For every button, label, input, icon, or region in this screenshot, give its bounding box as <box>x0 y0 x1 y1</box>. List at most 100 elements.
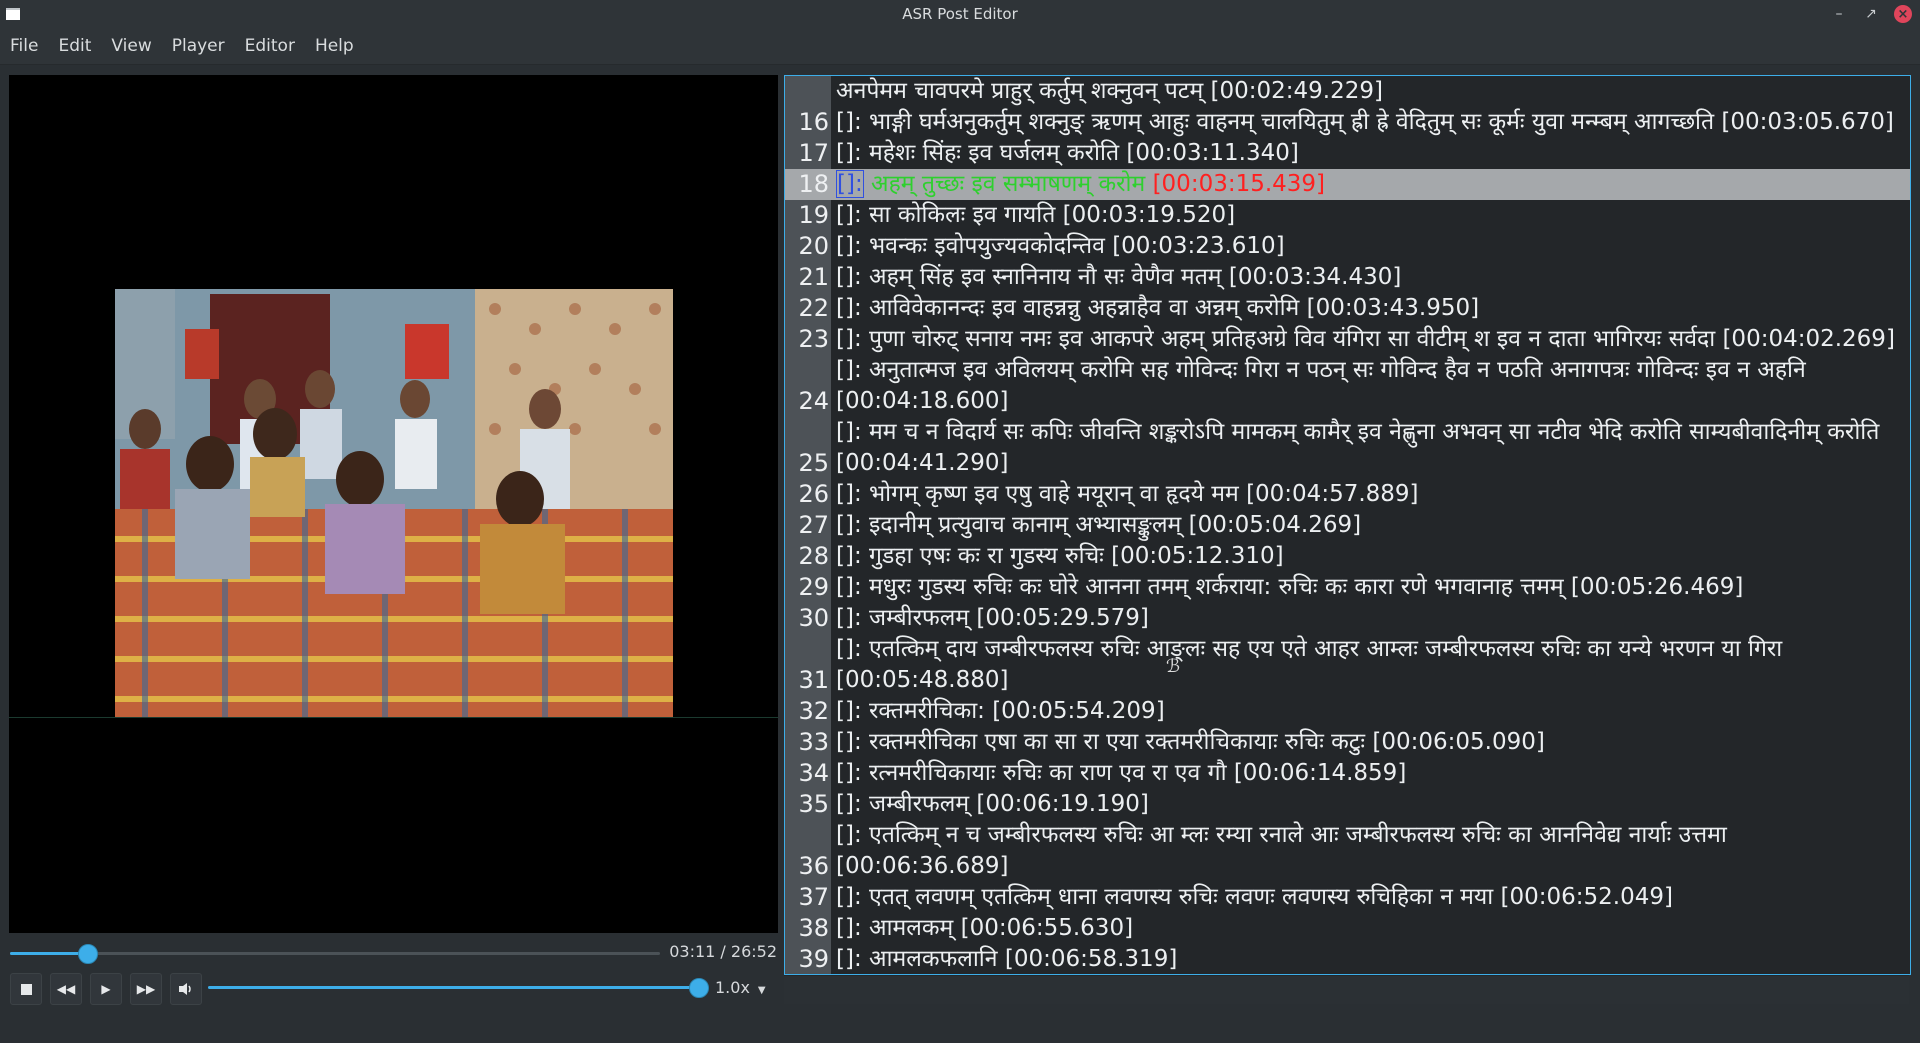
transcript-line[interactable]: 39 []: आमलकफलानि [00:06:58.319] <box>785 944 1910 974</box>
transcript-line[interactable]: 27 []: इदानीम् प्रत्युवाच कानाम् अभ्यासङ्… <box>785 510 1910 541</box>
transcript-line[interactable]: 30 []: जम्बीरफलम् [00:05:29.579] <box>785 603 1910 634</box>
menu-help[interactable]: Help <box>305 28 364 64</box>
transcript-line[interactable]: 32 []: रक्तमरीचिका: [00:05:54.209] <box>785 696 1910 727</box>
line-number: 19 <box>798 201 829 229</box>
line-text[interactable]: []: मधुरः गुडस्य रुचिः कः घोरे आनना तमम्… <box>836 572 1910 603</box>
window-title: ASR Post Editor <box>902 5 1018 23</box>
line-text[interactable]: []: भोगम् कृष्ण इव एषु वाहे मयूरान् वा ह… <box>836 479 1910 510</box>
line-number: 22 <box>798 294 829 322</box>
line-text[interactable]: []: आमलकम् [00:06:55.630] <box>836 913 1910 944</box>
rewind-button[interactable]: ◀◀ <box>50 973 82 1005</box>
menu-player[interactable]: Player <box>162 28 235 64</box>
line-text[interactable]: []: आविवेकानन्दः इव वाहन्नन्नु अहन्नाहैव… <box>836 293 1910 324</box>
fast-forward-button[interactable]: ▶▶ <box>130 973 162 1005</box>
player-controls: 03:11 / 26:52 ◀◀ ▶ ▶▶ 1.0x ▼ <box>0 935 785 1005</box>
minimize-icon[interactable]: – <box>1830 5 1848 23</box>
volume-slider[interactable] <box>208 986 698 989</box>
line-number: 26 <box>798 480 829 508</box>
line-text[interactable]: []: अनुतात्मज इव अविलयम् करोमि सह गोविन्… <box>836 355 1910 417</box>
line-number: 31 <box>798 666 829 694</box>
line-number: 36 <box>798 852 829 880</box>
transcript-line[interactable]: 34 []: रत्नमरीचिकायाः रुचिः का राण एव रा … <box>785 758 1910 789</box>
speed-value: 1.0x <box>715 978 750 997</box>
line-text[interactable]: []: जम्बीरफलम् [00:06:19.190] <box>836 789 1910 820</box>
line-text[interactable]: []: एतत् लवणम् एतत्किम् धाना लवणस्य रुचि… <box>836 882 1910 913</box>
line-text[interactable]: []: एतत्किम् दाय जम्बीरफलस्य रुचिः आङ्लः… <box>836 634 1910 696</box>
line-text[interactable]: []: महेशः सिंहः इव घर्जलम् करोति [00:03:… <box>836 138 1910 169</box>
line-text[interactable]: अनपेमम चावपरमे प्राहुर् कर्तुम् शक्नुवन्… <box>836 76 1910 107</box>
current-line-timestamp: [00:03:15.439] <box>1152 171 1326 197</box>
transcript-line[interactable]: 22 []: आविवेकानन्दः इव वाहन्नन्नु अहन्नाह… <box>785 293 1910 324</box>
transcript-line[interactable]: 20 []: भवन्कः इवोपयुज्यवकोदन्तिव [00:03:2… <box>785 231 1910 262</box>
line-text[interactable]: []: इदानीम् प्रत्युवाच कानाम् अभ्यासङ्कु… <box>836 510 1910 541</box>
line-text[interactable]: []: भवन्कः इवोपयुज्यवकोदन्तिव [00:03:23.… <box>836 231 1910 262</box>
line-number: 39 <box>798 945 829 973</box>
menu-edit[interactable]: Edit <box>48 28 101 64</box>
line-text[interactable]: []: मम च न विदार्य सः कपिः जीवन्ति शङ्कर… <box>836 417 1910 479</box>
fast-forward-icon: ▶▶ <box>136 982 156 996</box>
line-text[interactable]: []: जम्बीरफलम् [00:05:29.579] <box>836 603 1910 634</box>
transcript-line[interactable]: 23 []: पुणा चोरुट् सनाय नमः इव आकपरे अहम्… <box>785 324 1910 355</box>
transcript-line[interactable]: 19 []: सा कोकिलः इव गायति [00:03:19.520] <box>785 200 1910 231</box>
line-number: 28 <box>798 542 829 570</box>
line-number: 27 <box>798 511 829 539</box>
line-text[interactable]: []: रक्तमरीचिका एषा का सा रा एया रक्तमरी… <box>836 727 1910 758</box>
chevron-down-icon: ▼ <box>757 985 766 996</box>
line-number: 33 <box>798 728 829 756</box>
speed-select[interactable]: 1.0x ▼ <box>715 978 766 997</box>
line-text[interactable]: []: रक्तमरीचिका: [00:05:54.209] <box>836 696 1910 727</box>
transcript-line[interactable]: 37 []: एतत् लवणम् एतत्किम् धाना लवणस्य रु… <box>785 882 1910 913</box>
line-number: 24 <box>798 387 829 415</box>
line-number: 25 <box>798 449 829 477</box>
transcript-line[interactable]: 31 []: एतत्किम् दाय जम्बीरफलस्य रुचिः आङ्… <box>785 634 1910 696</box>
transcript-line[interactable]: 29 []: मधुरः गुडस्य रुचिः कः घोरे आनना तम… <box>785 572 1910 603</box>
line-number: 35 <box>798 790 829 818</box>
transcript-line[interactable]: 35 []: जम्बीरफलम् [00:06:19.190] <box>785 789 1910 820</box>
transcript-line[interactable]: 18 []: अहम् तुच्छः इव सम्भाषणम् करोम [00:… <box>785 169 1910 200</box>
line-text[interactable]: []: गुडहा एषः कः रा गुडस्य रुचिः [00:05:… <box>836 541 1910 572</box>
horizontal-scrollbar[interactable] <box>784 975 1909 1004</box>
transcript-line[interactable]: अनपेमम चावपरमे प्राहुर् कर्तुम् शक्नुवन्… <box>785 76 1910 107</box>
play-icon: ▶ <box>101 982 111 996</box>
line-text[interactable]: []: आमलकफलानि [00:06:58.319] <box>836 944 1910 974</box>
line-text[interactable]: []: अहम् तुच्छः इव सम्भाषणम् करोम [00:03… <box>836 169 1910 200</box>
menu-view[interactable]: View <box>101 28 161 64</box>
transcript-line[interactable]: 17 []: महेशः सिंहः इव घर्जलम् करोति [00:0… <box>785 138 1910 169</box>
line-text[interactable]: []: अहम् सिंह इव स्नानिनाय नौ सः वेणैव म… <box>836 262 1910 293</box>
video-divider <box>9 717 778 718</box>
transcript-line[interactable]: 21 []: अहम् सिंह इव स्नानिनाय नौ सः वेणैव… <box>785 262 1910 293</box>
transcript-lines: अनपेमम चावपरमे प्राहुर् कर्तुम् शक्नुवन्… <box>785 76 1910 974</box>
transcript-editor[interactable]: अनपेमम चावपरमे प्राहुर् कर्तुम् शक्नुवन्… <box>784 75 1911 975</box>
line-number: 32 <box>798 697 829 725</box>
transcript-line[interactable]: 26 []: भोगम् कृष्ण इव एषु वाहे मयूरान् वा… <box>785 479 1910 510</box>
transcript-line[interactable]: 16 []: भाङ्गी घर्मअनुकर्तुम् शक्नुङ् ऋणम्… <box>785 107 1910 138</box>
seek-bar[interactable] <box>10 952 660 955</box>
menu-editor[interactable]: Editor <box>235 28 305 64</box>
line-number: 18 <box>798 170 829 198</box>
menu-file[interactable]: File <box>0 28 48 64</box>
play-button[interactable]: ▶ <box>90 973 122 1005</box>
line-text[interactable]: []: रत्नमरीचिकायाः रुचिः का राण एव रा एव… <box>836 758 1910 789</box>
close-icon[interactable]: × <box>1894 5 1912 23</box>
maximize-icon[interactable]: ↗ <box>1862 5 1880 23</box>
line-text[interactable]: []: भाङ्गी घर्मअनुकर्तुम् शक्नुङ् ऋणम् आ… <box>836 107 1910 138</box>
transcript-line[interactable]: 33 []: रक्तमरीचिका एषा का सा रा एया रक्तम… <box>785 727 1910 758</box>
transcript-line[interactable]: 28 []: गुडहा एषः कः रा गुडस्य रुचिः [00:0… <box>785 541 1910 572</box>
transcript-line[interactable]: 24 []: अनुतात्मज इव अविलयम् करोमि सह गोवि… <box>785 355 1910 417</box>
transcript-line[interactable]: 25 []: मम च न विदार्य सः कपिः जीवन्ति शङ्… <box>785 417 1910 479</box>
seek-handle[interactable] <box>77 944 98 964</box>
line-text[interactable]: []: पुणा चोरुट् सनाय नमः इव आकपरे अहम् प… <box>836 324 1910 355</box>
line-number: 34 <box>798 759 829 787</box>
line-number: 38 <box>798 914 829 942</box>
line-text[interactable]: []: सा कोकिलः इव गायति [00:03:19.520] <box>836 200 1910 231</box>
speaker-icon <box>179 983 191 995</box>
stop-button[interactable] <box>10 973 42 1005</box>
line-text[interactable]: []: एतत्किम् न च जम्बीरफलस्य रुचिः आ म्ल… <box>836 820 1910 882</box>
current-line-text: अहम् तुच्छः इव सम्भाषणम् करोम <box>863 171 1153 197</box>
transcript-line[interactable]: 38 []: आमलकम् [00:06:55.630] <box>785 913 1910 944</box>
line-number: 17 <box>798 139 829 167</box>
video-player[interactable] <box>9 75 778 933</box>
volume-handle[interactable] <box>689 978 709 998</box>
transcript-line[interactable]: 36 []: एतत्किम् न च जम्बीरफलस्य रुचिः आ म… <box>785 820 1910 882</box>
volume-button[interactable] <box>170 973 202 1005</box>
